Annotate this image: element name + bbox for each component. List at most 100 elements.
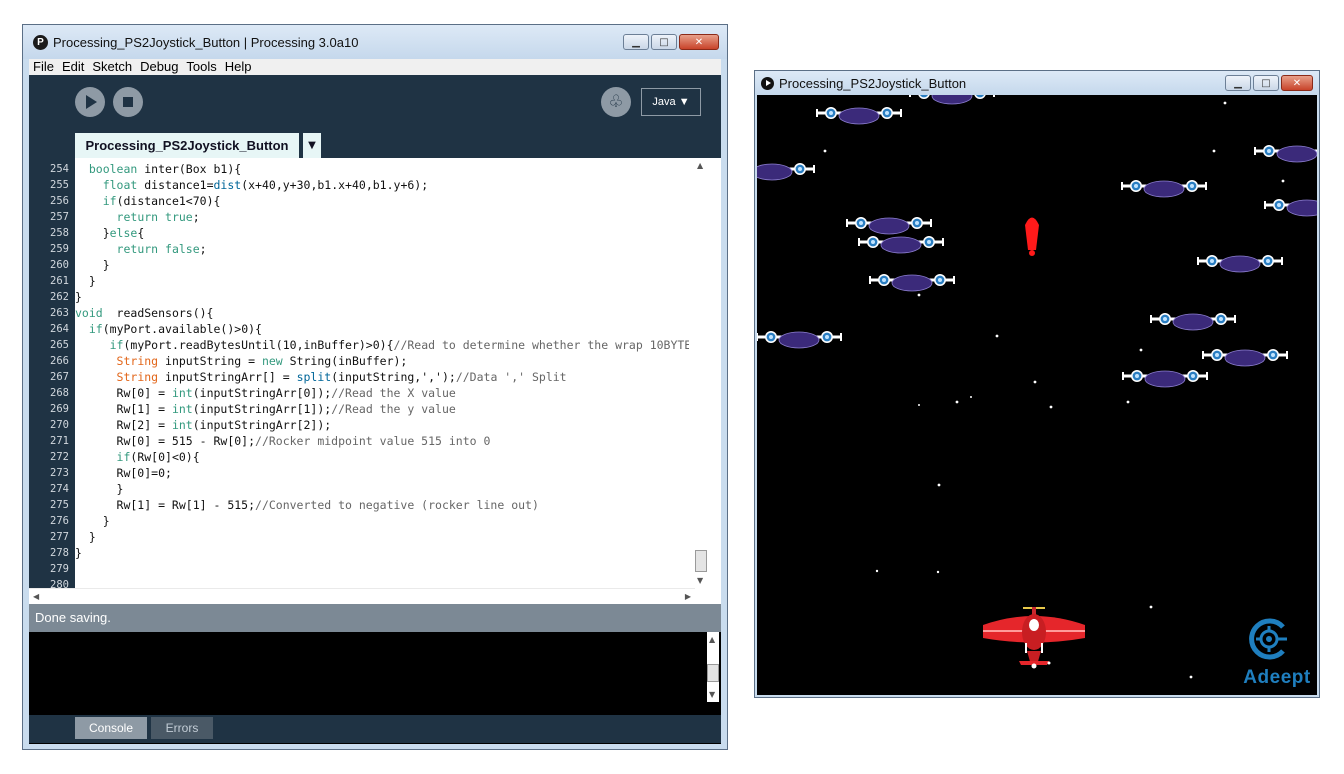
line-number: 265 [50,339,69,351]
maximize-icon[interactable]: □ [651,34,677,50]
menu-debug[interactable]: Debug [140,59,178,75]
code-token: Rw[0]=0; [75,466,172,480]
code-line: boolean inter(Box b1){ [75,161,689,177]
ide-window-controls: ▁ □ ✕ [623,34,719,50]
game-maximize-icon[interactable]: □ [1253,75,1279,91]
code-token: (myPort.readBytesUntil(10,inBuffer)>0){ [123,338,394,352]
code-line: String inputString = new String(inBuffer… [75,353,689,369]
code-token: { [137,226,145,240]
tab-errors[interactable]: Errors [151,717,213,739]
menu-edit[interactable]: Edit [62,59,84,75]
code-token: } [75,482,124,496]
game-minimize-icon[interactable]: ▁ [1225,75,1251,91]
line-number: 266 [50,355,69,367]
code-token: int [171,402,193,416]
code-token: inter(Box b1){ [137,162,242,176]
debug-button[interactable]: ♧ [601,87,631,117]
code-token: ; [192,210,200,224]
tab-menu-arrow-icon[interactable]: ▼ [303,133,321,158]
code-token: inputString = [158,354,262,368]
code-text-area[interactable]: boolean inter(Box b1){ float distance1=d… [75,158,689,588]
line-number: 264 [50,323,69,335]
menu-tools[interactable]: Tools [186,59,216,75]
ide-window-title: Processing_PS2Joystick_Button | Processi… [53,35,359,50]
code-token: String(inBuffer); [282,354,408,368]
code-token: (inputStringArr[0]); [192,386,332,400]
code-line: if(Rw[0]<0){ [75,449,689,465]
code-token: boolean [88,162,138,176]
line-number: 260 [50,259,69,271]
run-button[interactable] [75,87,105,117]
code-token: if [102,194,117,208]
code-token: distance1= [137,178,214,192]
tab-console[interactable]: Console [75,717,147,739]
code-editor[interactable]: 254 255 256 257 258 259 260 261 262 263 264 265 266 2… [29,158,721,605]
console-scroll-thumb[interactable] [707,664,719,682]
line-number: 256 [50,195,69,207]
code-token: } [75,258,110,272]
console-scrollbar[interactable]: ▲ ▼ [707,632,719,702]
scroll-up-icon[interactable]: ▲ [697,161,703,170]
scroll-left-icon[interactable]: ◀ [33,592,39,601]
brand-logo: Adeept [1239,613,1315,689]
game-window-title: Processing_PS2Joystick_Button [779,76,967,91]
ide-titlebar[interactable]: P Processing_PS2Joystick_Button | Proces… [23,25,727,59]
console-tab-bar: Console Errors [29,715,721,743]
editor-horizontal-scrollbar[interactable]: ◀ ▶ [29,588,695,605]
code-line: if(distance1<70){ [75,193,689,209]
game-titlebar[interactable]: Processing_PS2Joystick_Button ▁ □ ✕ [755,71,1319,95]
code-token: float [102,178,138,192]
line-number: 274 [50,483,69,495]
game-canvas[interactable]: Adeept [757,95,1317,695]
ide-body: ♧ Java ▼ Processing_PS2Joystick_Button ▼… [29,75,721,744]
tab-sketch[interactable]: Processing_PS2Joystick_Button [75,133,299,158]
scroll-right-icon[interactable]: ▶ [685,592,691,601]
code-line: } [75,529,689,545]
butterfly-icon: ♧ [608,92,624,112]
line-number: 273 [50,467,69,479]
code-line: Rw[0] = int(inputStringArr[0]);//Read th… [75,385,689,401]
sketch-play-icon [761,77,774,90]
code-token: (distance1<70){ [116,194,221,208]
code-token: (x+40,y+30,b1.x+40,b1.y+6); [241,178,429,192]
code-token: if [88,322,103,336]
line-number: 259 [50,243,69,255]
editor-vertical-scrollbar[interactable]: ▲ ▼ [695,158,707,588]
minimize-icon[interactable]: ▁ [623,34,649,50]
code-token: else [109,226,138,240]
code-token: false [165,242,200,256]
code-line: return true; [75,209,689,225]
console-scroll-up-icon[interactable]: ▲ [709,635,715,644]
menu-file[interactable]: File [33,59,54,75]
game-close-icon[interactable]: ✕ [1281,75,1313,91]
tab-bar: Processing_PS2Joystick_Button ▼ [29,131,721,158]
code-token: return [116,242,159,256]
code-token: (inputStringArr[1]); [192,402,332,416]
menu-sketch[interactable]: Sketch [92,59,132,75]
close-icon[interactable]: ✕ [679,34,719,50]
stop-button[interactable] [113,87,143,117]
code-token: inputStringArr[] = [158,370,297,384]
code-line: float distance1=dist(x+40,y+30,b1.x+40,b… [75,177,689,193]
scroll-down-icon[interactable]: ▼ [697,576,703,585]
code-line: if(myPort.available()>0){ [75,321,689,337]
code-token: String [116,354,159,368]
editor-scroll-thumb[interactable] [695,550,707,572]
code-token: void [75,306,103,320]
code-token: Rw[1] = [75,402,172,416]
code-token: } [75,514,110,528]
menu-help[interactable]: Help [225,59,252,75]
mode-select[interactable]: Java ▼ [641,88,701,116]
line-number: 269 [50,403,69,415]
console-scroll-down-icon[interactable]: ▼ [709,690,715,699]
code-token: } [75,546,82,560]
code-token: String [116,370,159,384]
